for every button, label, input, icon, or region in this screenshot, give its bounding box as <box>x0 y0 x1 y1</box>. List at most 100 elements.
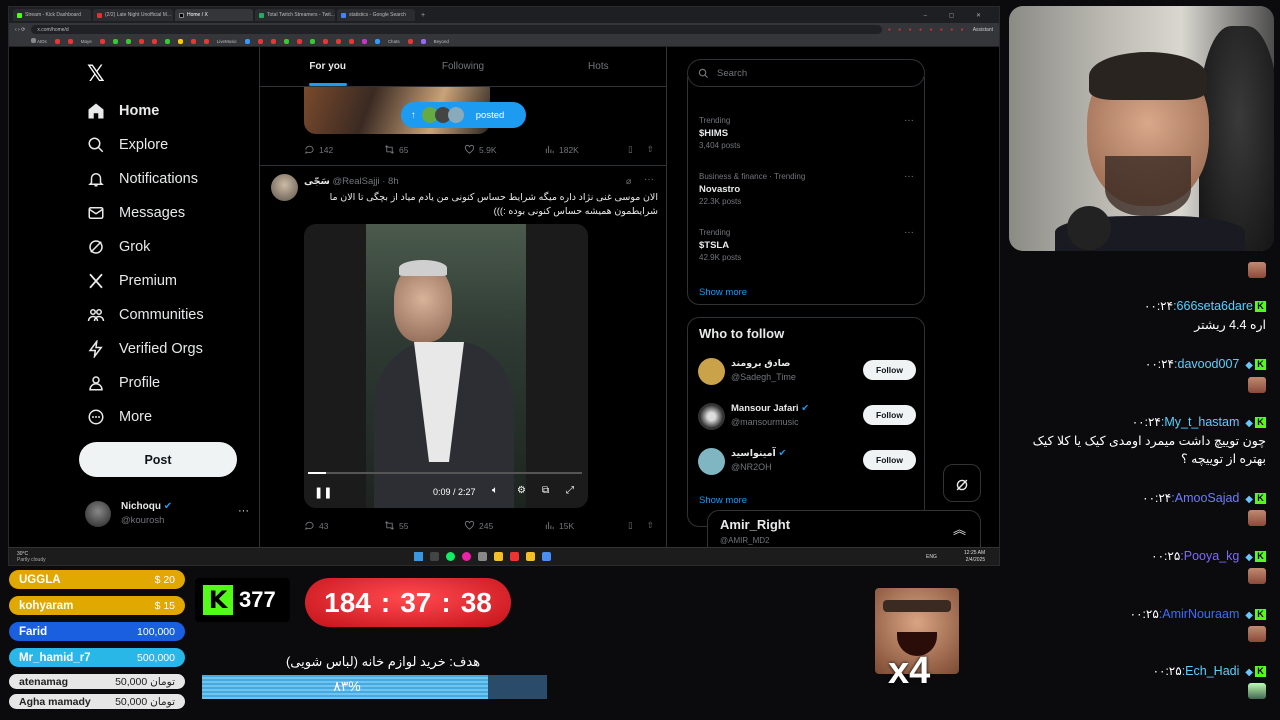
app-icon[interactable] <box>446 552 455 561</box>
like-button[interactable]: 5.9K <box>464 144 544 155</box>
follow-button[interactable]: Follow <box>863 405 916 425</box>
nav-profile[interactable]: Profile <box>87 370 160 396</box>
reply-button[interactable]: 43 <box>304 520 384 531</box>
pip-icon[interactable]: ⧉ <box>542 485 549 496</box>
suggestion-name: آمینواسید <box>731 448 776 459</box>
video-progress-bar[interactable] <box>308 472 582 474</box>
browser-tab[interactable]: statistics - Google Search <box>337 9 415 21</box>
post-time[interactable]: · 8h <box>382 176 398 187</box>
fullscreen-icon[interactable]: ⤢ <box>566 485 574 496</box>
verified-badge-icon: ✔ <box>778 448 787 459</box>
x-logo-icon[interactable]: 𝕏 <box>87 61 105 87</box>
repost-button[interactable]: 55 <box>384 520 464 531</box>
messages-drawer[interactable]: Amir_Right @AMIR_MD2 ︽ <box>707 510 981 550</box>
bookmark[interactable]: Beyond <box>434 39 449 44</box>
app-icon[interactable] <box>494 552 503 561</box>
video-time: 0:09 / 2:27 <box>433 487 476 497</box>
more-dots-icon[interactable]: ··· <box>904 227 914 238</box>
language-indicator[interactable]: ENG <box>926 554 937 560</box>
bookmark[interactable]: Chats <box>388 39 400 44</box>
grok-icon[interactable]: ⌀ <box>626 176 631 187</box>
like-button[interactable]: 245 <box>464 520 544 531</box>
grok-float-button[interactable]: ⌀ <box>943 464 981 502</box>
nav-grok[interactable]: Grok <box>87 234 150 260</box>
bookmark[interactable]: Maye <box>81 39 92 44</box>
trend-item[interactable]: Business & finance · Trending Novastro 22.… <box>699 171 805 208</box>
author-handle[interactable]: @RealSajji <box>332 176 379 187</box>
taskbar-apps <box>414 552 551 561</box>
views-button[interactable]: 15K <box>544 520 624 531</box>
url-field[interactable]: x.com/home/d <box>31 25 882 34</box>
new-tab-icon[interactable]: + <box>421 12 425 19</box>
emote-icon <box>1248 262 1266 278</box>
avatar <box>698 358 725 385</box>
nav-arrows-icon[interactable]: ‹ › ⟳ <box>15 27 25 33</box>
video-player[interactable]: ❚❚ 0:09 / 2:27 🔈︎ ⚙︎ ⧉ ⤢ <box>304 224 588 508</box>
window-controls[interactable]: – ▢ ✕ <box>924 12 999 19</box>
more-dots-icon[interactable]: ··· <box>904 171 914 182</box>
start-icon[interactable] <box>414 552 423 561</box>
bookmark-icon[interactable]: ▯ <box>628 144 633 155</box>
browser-tab[interactable]: Total Twitch Streamers - Twit... <box>255 9 335 21</box>
assistant-button[interactable]: Assistant <box>973 27 993 33</box>
nav-communities[interactable]: Communities <box>87 302 204 328</box>
account-switcher[interactable]: Nichoqu ✔ @kourosh ··· <box>85 499 255 535</box>
post[interactable]: سَجّی @RealSajji · 8h ⌀ ··· الان موسی غن… <box>260 166 666 547</box>
app-icon[interactable] <box>478 552 487 561</box>
kick-badge-icon: K <box>1255 417 1266 429</box>
browser-tab[interactable]: Stream - Kick Dashboard <box>13 9 91 21</box>
nav-messages[interactable]: Messages <box>87 200 185 226</box>
more-dots-icon[interactable]: ··· <box>238 505 249 517</box>
nav-more[interactable]: More <box>87 404 152 430</box>
emote-icon <box>1248 377 1266 393</box>
follow-button[interactable]: Follow <box>863 450 916 470</box>
nav-explore[interactable]: Explore <box>87 132 168 158</box>
nav-notifications[interactable]: Notifications <box>87 166 198 192</box>
app-icon[interactable] <box>542 552 551 561</box>
views-button[interactable]: 182K <box>544 144 624 155</box>
weather-widget[interactable]: 30°C Partly cloudy <box>17 551 46 563</box>
app-icon[interactable] <box>526 552 535 561</box>
kick-badge-icon: K <box>1255 609 1266 621</box>
post-button[interactable]: Post <box>79 442 237 477</box>
extensions-icons[interactable]: ● ● ● ● ● ● ● ● <box>888 27 967 33</box>
share-icon[interactable]: ⇧ <box>647 144 654 155</box>
app-icon[interactable] <box>462 552 471 561</box>
author-name[interactable]: سَجّی <box>304 176 330 187</box>
bookmark-icon[interactable]: ▯ <box>628 520 633 531</box>
new-posts-pill[interactable]: ↑ posted <box>401 102 526 128</box>
bookmark[interactable]: AIDs <box>31 38 47 44</box>
bookmark[interactable]: LiveMusic <box>217 39 237 44</box>
expand-up-icon[interactable]: ︽ <box>953 519 966 538</box>
settings-icon[interactable]: ⚙︎ <box>517 485 526 496</box>
nav-premium[interactable]: Premium <box>87 268 177 294</box>
tab-following[interactable]: Following <box>395 47 530 86</box>
follow-button[interactable]: Follow <box>863 360 916 380</box>
follow-suggestion[interactable]: صادق برومند @Sadegh_Time Follow <box>698 356 916 390</box>
app-icon[interactable] <box>430 552 439 561</box>
follow-suggestion[interactable]: آمینواسید ✔ @NR2OH Follow <box>698 446 916 480</box>
pause-icon[interactable]: ❚❚ <box>314 486 332 499</box>
trend-item[interactable]: Trending $TSLA 42.9K posts <box>699 227 741 264</box>
volume-icon[interactable]: 🔈︎ <box>492 485 498 496</box>
nav-verified-orgs[interactable]: Verified Orgs <box>87 336 203 362</box>
tab-for-you[interactable]: For you <box>260 47 395 86</box>
trend-item[interactable]: Trending $HIMS 3,404 posts <box>699 115 740 152</box>
nav-home[interactable]: Home <box>87 98 159 124</box>
repost-button[interactable]: 65 <box>384 144 464 155</box>
clock[interactable]: 12:25 AM 2/4/2025 <box>964 550 985 563</box>
reply-button[interactable]: 142 <box>304 144 384 155</box>
app-icon[interactable] <box>510 552 519 561</box>
more-dots-icon[interactable]: ··· <box>644 174 654 185</box>
kick-badge-icon: K <box>1255 359 1266 371</box>
tab-hots[interactable]: Hots <box>531 47 666 86</box>
browser-tab[interactable]: (2/2) Late Night Unofficial M... <box>93 9 173 21</box>
show-more-link[interactable]: Show more <box>699 287 747 298</box>
show-more-link[interactable]: Show more <box>699 495 747 506</box>
browser-tab[interactable]: Home / X <box>175 9 253 21</box>
share-icon[interactable]: ⇧ <box>647 520 654 531</box>
more-dots-icon[interactable]: ··· <box>904 115 914 126</box>
follow-suggestion[interactable]: Mansour Jafari ✔ @mansourmusic Follow <box>698 401 916 435</box>
timeline: For you Following Hots ↑ posted 142 65 5… <box>259 47 667 547</box>
donation-row: Agha mamady 50,000 تومان <box>9 694 185 709</box>
